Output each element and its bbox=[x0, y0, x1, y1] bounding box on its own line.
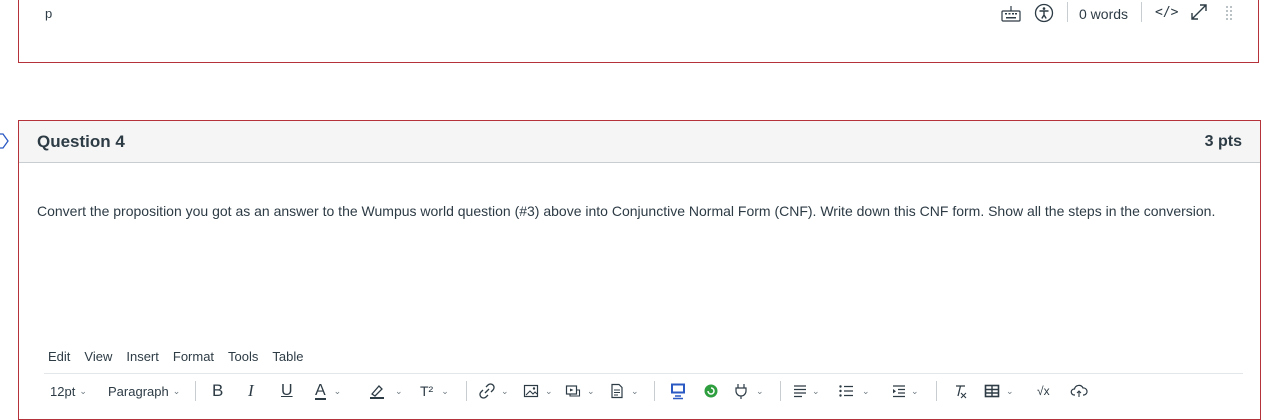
chevron-down-icon: ⌄ bbox=[501, 385, 509, 396]
chevron-down-icon: ⌄ bbox=[1006, 385, 1014, 396]
chevron-down-icon: ⌄ bbox=[587, 385, 595, 396]
question-header: Question 4 3 pts bbox=[19, 121, 1260, 163]
chevron-down-icon: ⌄ bbox=[911, 385, 919, 396]
word-count[interactable]: 0 words bbox=[1079, 6, 1128, 22]
bold-icon: B bbox=[212, 381, 224, 400]
toolbar-separator bbox=[654, 381, 655, 401]
menu-tools[interactable]: Tools bbox=[228, 349, 258, 364]
menu-edit[interactable]: Edit bbox=[48, 349, 70, 364]
status-separator bbox=[1067, 2, 1068, 22]
font-size-select[interactable]: 12pt ⌄ bbox=[50, 379, 87, 403]
image-icon bbox=[523, 383, 539, 399]
text-color-button[interactable]: A ⌄ bbox=[315, 379, 341, 403]
question-points: 3 pts bbox=[1204, 133, 1242, 150]
accessibility-checker-icon[interactable] bbox=[1034, 3, 1054, 23]
toolbar-separator bbox=[466, 381, 467, 401]
chevron-down-icon: ⌄ bbox=[333, 385, 342, 396]
chevron-down-icon: ⌄ bbox=[631, 385, 639, 396]
menubar-divider bbox=[44, 373, 1243, 374]
media-icon bbox=[565, 383, 581, 399]
block-format-select[interactable]: Paragraph ⌄ bbox=[108, 379, 180, 403]
underline-button[interactable]: U bbox=[281, 379, 293, 403]
clear-formatting-icon bbox=[952, 383, 968, 399]
plugin-button[interactable]: ⌄ bbox=[732, 379, 764, 403]
previous-editor-box: p 0 words </> bbox=[18, 0, 1259, 63]
align-button[interactable]: ⌄ bbox=[792, 379, 820, 403]
html-editor-toggle[interactable]: </> bbox=[1155, 5, 1178, 20]
bullet-list-icon bbox=[838, 383, 854, 399]
menu-view[interactable]: View bbox=[84, 349, 112, 364]
chevron-down-icon: ⌄ bbox=[756, 385, 764, 396]
text-color-icon: A bbox=[315, 381, 326, 400]
indent-icon bbox=[891, 383, 907, 399]
superscript-button[interactable]: T² ⌄ bbox=[420, 379, 449, 403]
embed-button[interactable] bbox=[669, 379, 687, 403]
link-button[interactable]: ⌄ bbox=[479, 379, 509, 403]
bullet-list-button[interactable]: ⌄ bbox=[838, 379, 870, 403]
chevron-down-icon: ⌄ bbox=[862, 385, 870, 396]
table-icon bbox=[984, 383, 1000, 399]
highlight-color-button[interactable]: ⌄ bbox=[369, 379, 403, 403]
toolbar-separator bbox=[780, 381, 781, 401]
chevron-down-icon: ⌄ bbox=[441, 385, 449, 396]
plug-icon bbox=[732, 382, 750, 400]
image-button[interactable]: ⌄ bbox=[523, 379, 553, 403]
menu-format[interactable]: Format bbox=[173, 349, 214, 364]
cloud-icon bbox=[1070, 383, 1088, 399]
apps-icon bbox=[703, 383, 719, 399]
embed-icon bbox=[669, 382, 687, 400]
math-icon: √x bbox=[1037, 384, 1050, 398]
superscript-icon: T² bbox=[420, 383, 434, 399]
document-button[interactable]: ⌄ bbox=[609, 379, 639, 403]
table-button[interactable]: ⌄ bbox=[984, 379, 1014, 403]
question-text: Convert the proposition you got as an an… bbox=[37, 203, 1216, 219]
link-icon bbox=[479, 383, 495, 399]
math-equation-button[interactable]: √x bbox=[1037, 379, 1050, 403]
italic-button[interactable]: I bbox=[248, 379, 254, 403]
editor-toolbar: 12pt ⌄ Paragraph ⌄ B I U A ⌄ ⌄ T² ⌄ ⌄ ⌄ … bbox=[19, 379, 1260, 403]
highlighter-icon bbox=[369, 383, 385, 399]
align-left-icon bbox=[792, 383, 808, 399]
cloud-upload-button[interactable] bbox=[1070, 379, 1088, 403]
italic-icon: I bbox=[248, 381, 254, 400]
status-separator bbox=[1141, 2, 1142, 22]
element-path[interactable]: p bbox=[45, 6, 52, 21]
media-button[interactable]: ⌄ bbox=[565, 379, 595, 403]
chevron-down-icon: ⌄ bbox=[395, 385, 403, 396]
chevron-down-icon: ⌄ bbox=[545, 385, 553, 396]
clear-formatting-button[interactable] bbox=[952, 379, 968, 403]
indent-button[interactable]: ⌄ bbox=[891, 379, 919, 403]
underline-icon: U bbox=[281, 382, 293, 399]
question-title: Question 4 bbox=[37, 132, 125, 151]
toolbar-separator bbox=[936, 381, 937, 401]
bold-button[interactable]: B bbox=[212, 379, 223, 403]
chevron-down-icon: ⌄ bbox=[79, 385, 87, 396]
chevron-down-icon: ⌄ bbox=[812, 385, 820, 396]
editor-menubar: Edit View Insert Format Tools Table bbox=[48, 349, 317, 364]
font-size-value: 12pt bbox=[50, 383, 76, 399]
fullscreen-icon[interactable] bbox=[1189, 2, 1209, 22]
block-format-value: Paragraph bbox=[108, 383, 169, 399]
document-icon bbox=[609, 383, 625, 399]
chevron-down-icon: ⌄ bbox=[172, 385, 181, 396]
menu-table[interactable]: Table bbox=[272, 349, 303, 364]
flag-question-icon[interactable] bbox=[0, 132, 10, 150]
keyboard-shortcuts-icon[interactable] bbox=[1001, 4, 1021, 22]
resize-handle-icon[interactable] bbox=[1225, 5, 1233, 21]
menu-insert[interactable]: Insert bbox=[126, 349, 159, 364]
question-card: Question 4 3 pts Convert the proposition… bbox=[18, 120, 1261, 420]
toolbar-separator bbox=[195, 381, 196, 401]
apps-button[interactable] bbox=[703, 379, 719, 403]
